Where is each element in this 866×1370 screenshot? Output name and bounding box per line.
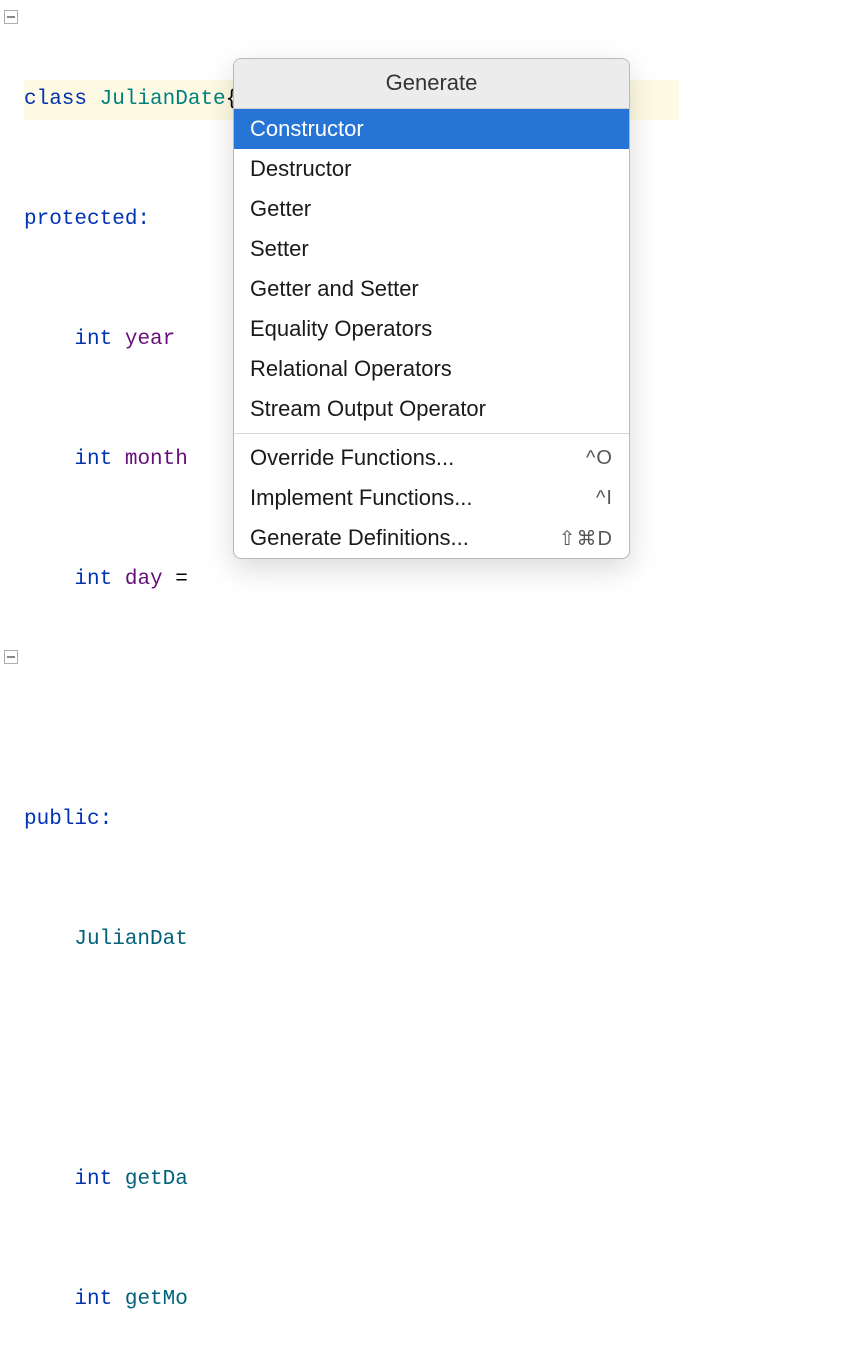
menu-separator	[234, 433, 629, 434]
keyword: int	[74, 1288, 112, 1311]
menu-item-constructor[interactable]: Constructor	[234, 109, 629, 149]
menu-item-getter-and-setter[interactable]: Getter and Setter	[234, 269, 629, 309]
keyword: class	[24, 88, 100, 111]
menu-item-label: Setter	[250, 236, 309, 262]
code-line: public:	[24, 800, 679, 840]
code-line	[24, 1040, 679, 1080]
generate-popup: Generate Constructor Destructor Getter S…	[233, 58, 630, 559]
keyword: int	[74, 568, 112, 591]
menu-shortcut: ^O	[586, 447, 613, 470]
menu-item-implement-functions[interactable]: Implement Functions... ^I	[234, 478, 629, 518]
keyword: int	[74, 328, 112, 351]
class-name: JulianDate	[100, 88, 226, 111]
keyword: protected:	[24, 208, 150, 231]
menu-item-destructor[interactable]: Destructor	[234, 149, 629, 189]
function-name: JulianDat	[74, 928, 187, 951]
menu-item-label: Implement Functions...	[250, 485, 473, 511]
fold-icon[interactable]	[4, 10, 18, 24]
fold-icon[interactable]	[4, 650, 18, 664]
menu-item-label: Destructor	[250, 156, 351, 182]
code-line: JulianDat	[24, 920, 679, 960]
menu-item-label: Relational Operators	[250, 356, 452, 382]
code-line: int getDa	[24, 1160, 679, 1200]
menu-item-label: Constructor	[250, 116, 364, 142]
menu-item-relational-operators[interactable]: Relational Operators	[234, 349, 629, 389]
code-line: int day =	[24, 560, 679, 600]
menu-item-label: Stream Output Operator	[250, 396, 486, 422]
menu-item-generate-definitions[interactable]: Generate Definitions... ⇧⌘D	[234, 518, 629, 558]
code-line: int getMo	[24, 1280, 679, 1320]
keyword: int	[74, 448, 112, 471]
menu-item-stream-output-operator[interactable]: Stream Output Operator	[234, 389, 629, 429]
menu-item-override-functions[interactable]: Override Functions... ^O	[234, 438, 629, 478]
variable: year	[125, 328, 175, 351]
menu-item-equality-operators[interactable]: Equality Operators	[234, 309, 629, 349]
menu-item-label: Equality Operators	[250, 316, 432, 342]
menu-item-label: Generate Definitions...	[250, 525, 469, 551]
editor-gutter	[0, 0, 22, 685]
popup-title: Generate	[234, 59, 629, 109]
menu-shortcut: ^I	[596, 487, 613, 510]
menu-item-label: Getter	[250, 196, 311, 222]
variable: day	[125, 568, 163, 591]
code-line	[24, 680, 679, 720]
keyword: public:	[24, 808, 112, 831]
function-name: getDa	[125, 1168, 188, 1191]
menu-item-setter[interactable]: Setter	[234, 229, 629, 269]
variable: month	[125, 448, 188, 471]
menu-shortcut: ⇧⌘D	[559, 526, 613, 551]
menu-item-label: Override Functions...	[250, 445, 454, 471]
menu-item-getter[interactable]: Getter	[234, 189, 629, 229]
keyword: int	[74, 1168, 112, 1191]
menu-item-label: Getter and Setter	[250, 276, 419, 302]
function-name: getMo	[125, 1288, 188, 1311]
